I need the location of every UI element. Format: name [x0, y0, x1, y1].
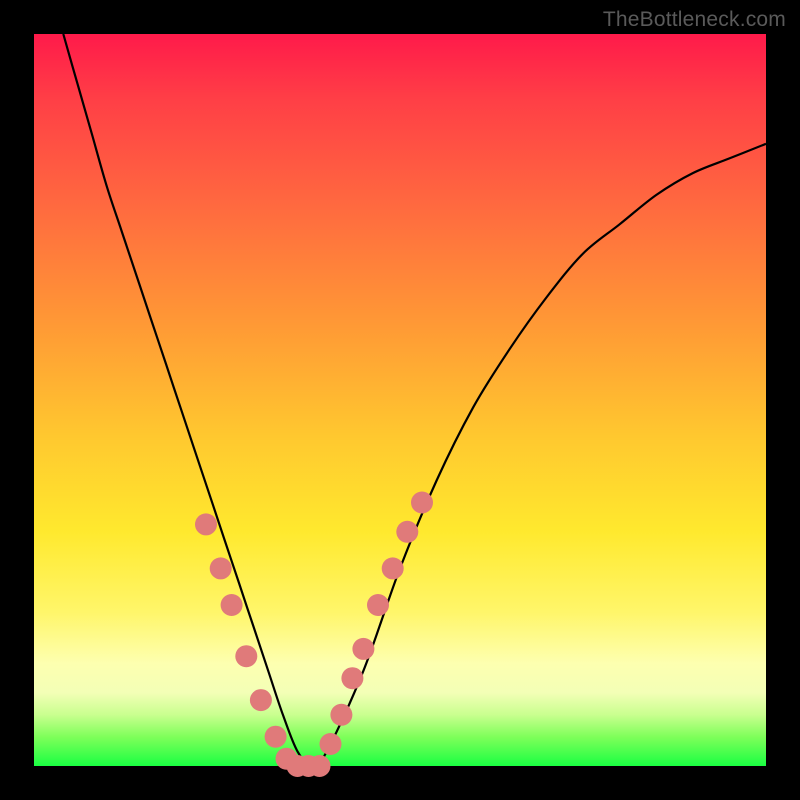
marker-dot	[382, 557, 404, 579]
marker-dot	[235, 645, 257, 667]
marker-dot	[309, 755, 331, 777]
marker-dot	[341, 667, 363, 689]
marker-dot	[320, 733, 342, 755]
chart-frame: TheBottleneck.com	[0, 0, 800, 800]
watermark-text: TheBottleneck.com	[603, 8, 786, 32]
marker-dot	[195, 513, 217, 535]
marker-dot	[210, 557, 232, 579]
chart-svg	[34, 34, 766, 766]
marker-dot	[411, 492, 433, 514]
marker-dot	[250, 689, 272, 711]
highlight-dots	[195, 492, 433, 778]
marker-dot	[330, 704, 352, 726]
marker-dot	[352, 638, 374, 660]
marker-dot	[265, 726, 287, 748]
curve-path	[63, 34, 766, 766]
bottleneck-curve	[63, 34, 766, 766]
plot-area	[34, 34, 766, 766]
marker-dot	[367, 594, 389, 616]
marker-dot	[221, 594, 243, 616]
marker-dot	[396, 521, 418, 543]
